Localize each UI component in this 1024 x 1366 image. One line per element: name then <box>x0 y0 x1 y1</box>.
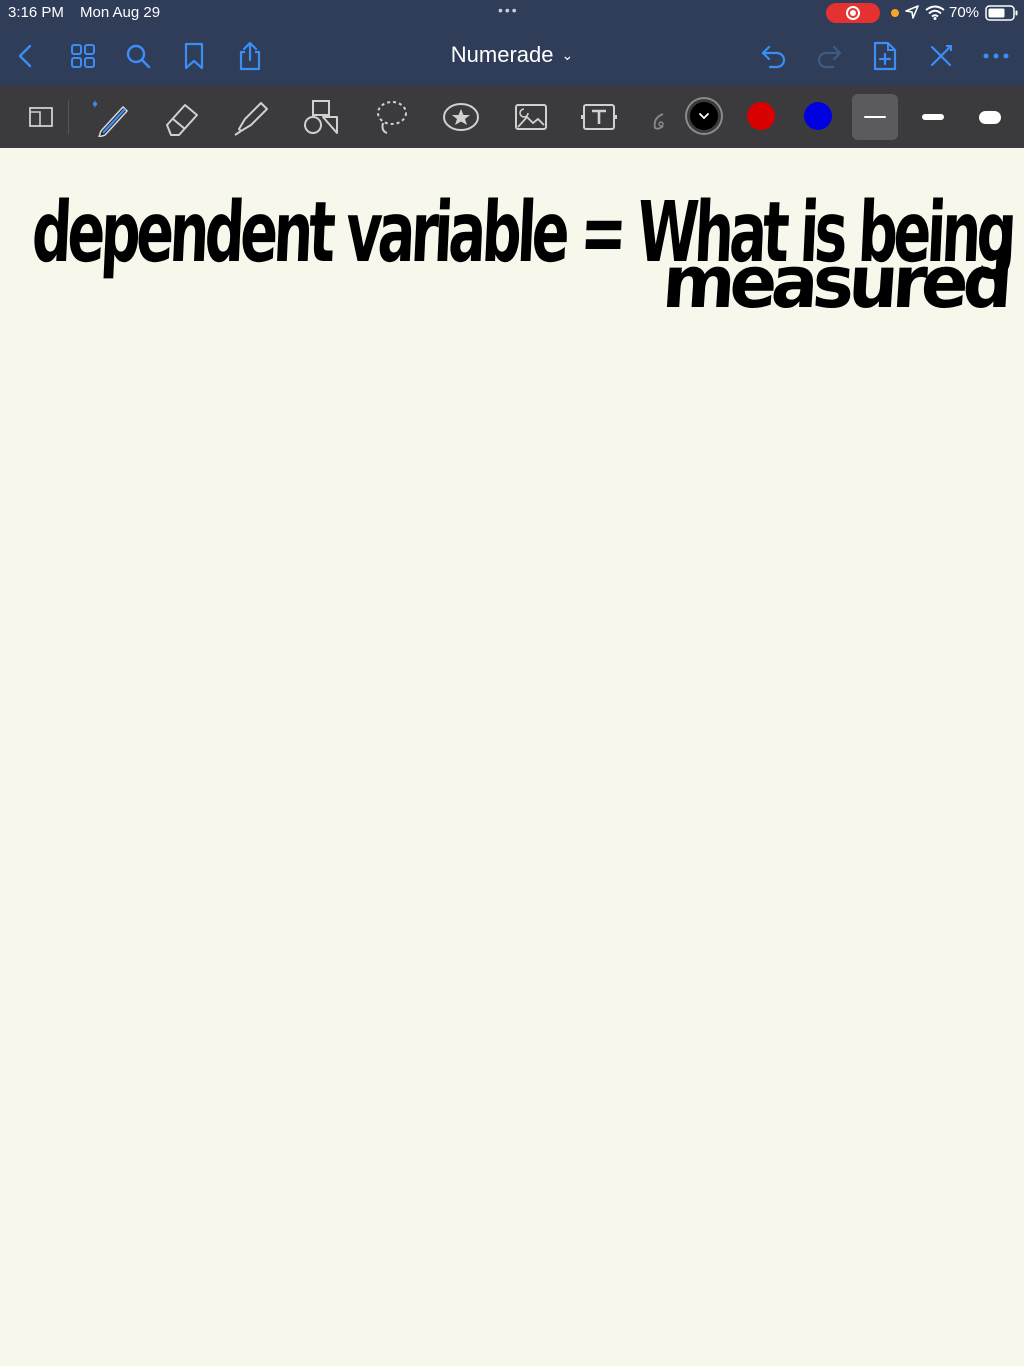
record-icon <box>846 6 860 20</box>
thin-stroke-icon <box>864 116 886 118</box>
text-tool-button[interactable] <box>578 96 620 138</box>
highlighter-icon <box>234 102 268 136</box>
undo-button[interactable] <box>758 40 790 72</box>
text-box-icon <box>581 104 617 130</box>
highlighter-tool-button[interactable] <box>230 96 272 138</box>
multitasking-dots[interactable]: ••• <box>498 2 519 18</box>
eraser-tool-button[interactable] <box>160 96 202 138</box>
lasso-tool-button[interactable] <box>370 96 412 138</box>
page-mode-icon <box>29 107 53 127</box>
read-only-mode-button[interactable] <box>20 96 62 138</box>
color-black-swatch[interactable] <box>690 102 718 130</box>
status-bar: 3:16 PM Mon Aug 29 ••• 70% <box>0 0 1024 26</box>
image-icon <box>515 104 547 130</box>
chevron-down-icon: ⌄ <box>561 47 574 63</box>
pen-icon <box>92 101 128 137</box>
toolbar-divider <box>68 100 69 134</box>
stroke-size-thick-button[interactable] <box>967 94 1013 140</box>
close-tools-button[interactable] <box>925 40 957 72</box>
chevron-down-icon <box>699 113 709 120</box>
add-page-button[interactable] <box>869 40 901 72</box>
pen-tool-button[interactable] <box>90 96 132 138</box>
handwritten-line-2: measured <box>660 240 1010 324</box>
battery-percentage: 70% <box>949 4 980 21</box>
shape-tool-button[interactable] <box>300 96 342 138</box>
stroke-size-thin-button[interactable] <box>852 94 898 140</box>
screen-recording-indicator[interactable] <box>826 3 880 23</box>
more-icon <box>983 53 1009 59</box>
redo-icon <box>817 45 842 69</box>
status-date: Mon Aug 29 <box>80 4 161 21</box>
image-tool-button[interactable] <box>510 96 552 138</box>
status-time: 3:16 PM <box>8 4 64 21</box>
undo-icon <box>761 45 786 69</box>
color-red-swatch[interactable] <box>747 102 775 130</box>
thick-stroke-icon <box>979 110 1001 124</box>
drawing-toolbar <box>0 86 1024 149</box>
add-page-icon <box>873 41 897 71</box>
medium-stroke-icon <box>922 114 944 120</box>
elements-tool-button[interactable] <box>440 96 482 138</box>
shapes-icon <box>304 100 338 134</box>
document-nav-bar: Numerade ⌄ <box>0 26 1024 86</box>
stroke-size-medium-button[interactable] <box>910 94 956 140</box>
laser-pointer-tool-button[interactable] <box>644 96 668 138</box>
wifi-icon <box>925 5 945 20</box>
mic-in-use-indicator <box>891 9 899 17</box>
eraser-icon <box>166 104 198 136</box>
note-page-canvas[interactable]: dependent variable = What is being measu… <box>0 148 1024 1366</box>
battery-icon <box>985 5 1018 21</box>
color-blue-swatch[interactable] <box>804 102 832 130</box>
lasso-icon <box>377 101 407 134</box>
star-sticker-icon <box>443 103 479 131</box>
more-button[interactable] <box>980 40 1012 72</box>
redo-button[interactable] <box>813 40 845 72</box>
laser-pointer-icon <box>653 113 664 130</box>
document-title: Numerade <box>450 42 554 67</box>
location-icon <box>905 5 919 19</box>
close-toolbar-icon <box>930 45 952 67</box>
